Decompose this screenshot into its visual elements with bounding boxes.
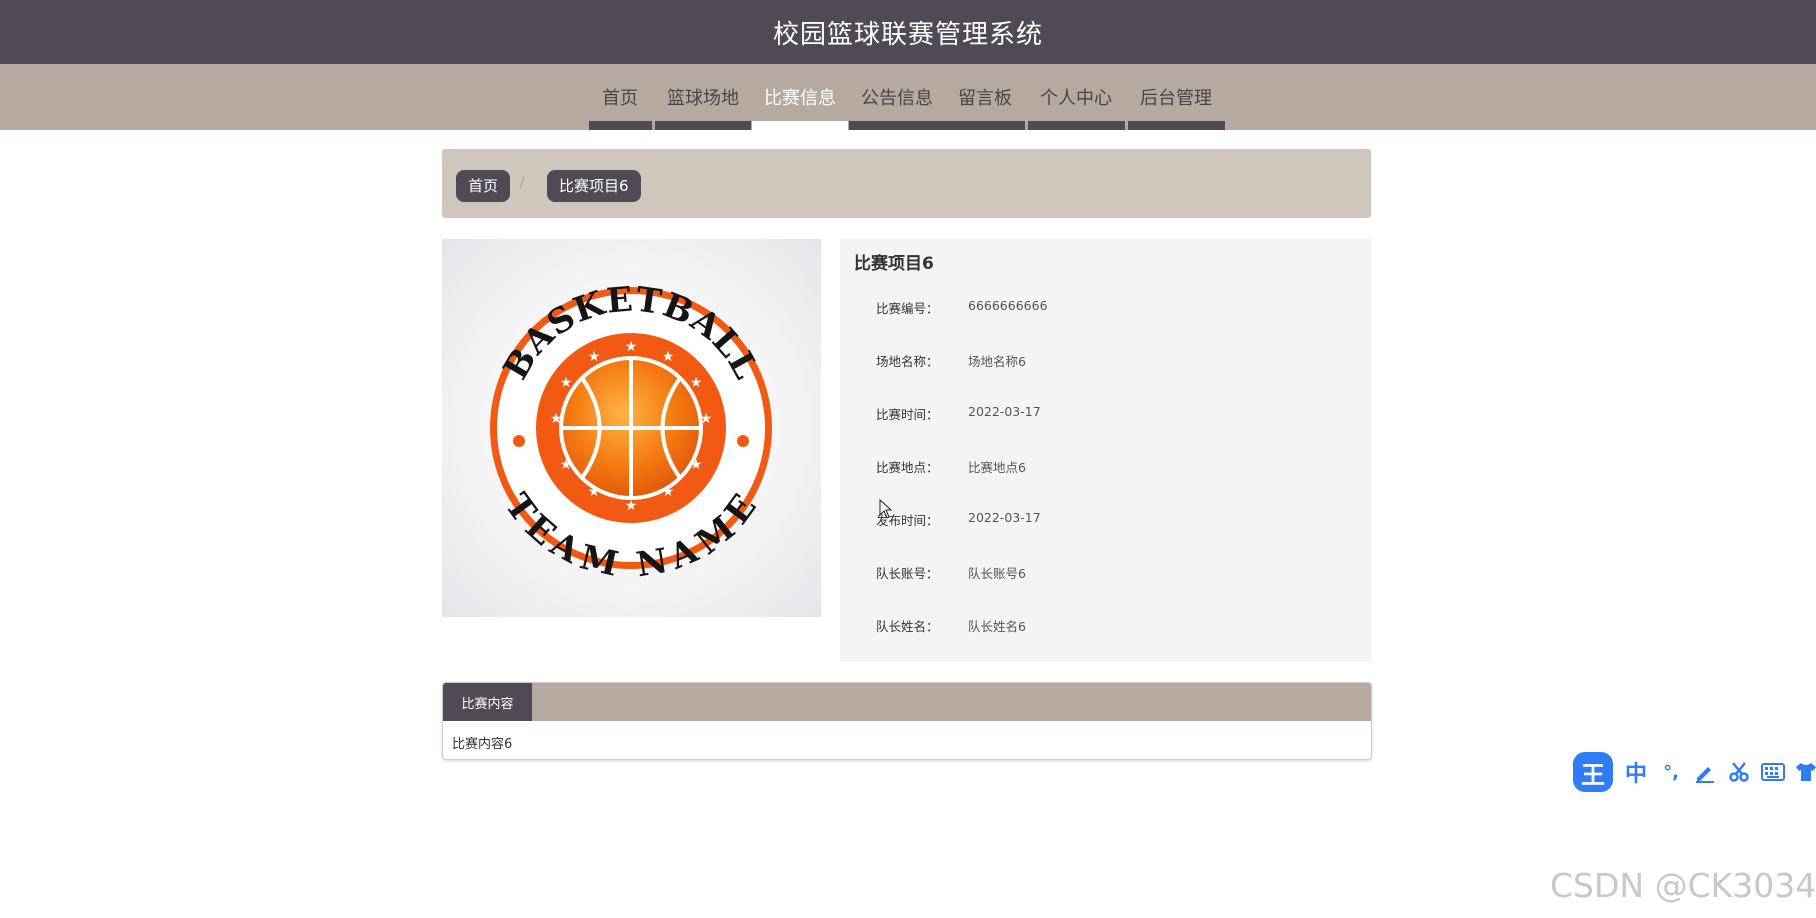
svg-text:★: ★ xyxy=(588,484,601,500)
svg-text:★: ★ xyxy=(588,349,601,365)
svg-text:★: ★ xyxy=(662,484,675,500)
field-label: 比赛地点： xyxy=(876,460,939,475)
keyboard-icon[interactable] xyxy=(1759,758,1787,786)
breadcrumb: 首页 / 比赛项目6 xyxy=(442,149,1371,218)
tab-content-text: 比赛内容6 xyxy=(452,737,513,752)
detail-title: 比赛项目6 xyxy=(854,254,934,274)
tab-strip xyxy=(443,683,1371,721)
svg-text:★: ★ xyxy=(700,411,713,427)
nav-underline-active xyxy=(752,121,848,130)
skin-shirt-icon[interactable] xyxy=(1792,758,1816,786)
svg-text:★: ★ xyxy=(625,339,638,355)
scissors-icon[interactable] xyxy=(1725,758,1753,786)
ime-logo-icon[interactable]: 王 xyxy=(1573,752,1613,792)
field-label: 场地名称： xyxy=(876,354,939,369)
breadcrumb-separator: / xyxy=(520,176,525,191)
main-nav: 首页 篮球场地 比赛信息 公告信息 留言板 个人中心 后台管理 xyxy=(0,64,1816,130)
watermark-text: CSDN @CK3034 xyxy=(1550,866,1816,905)
pen-icon[interactable] xyxy=(1691,758,1719,786)
svg-text:★: ★ xyxy=(662,349,675,365)
svg-text:★: ★ xyxy=(625,498,638,514)
nav-underline xyxy=(1128,121,1225,130)
ime-toolbar: 王 中 °, xyxy=(1570,750,1816,796)
match-image: ★ ★ ★ ★ ★ ★ ★ ★ ★ ★ ★ ★ BASKETBALL TEAM … xyxy=(442,239,821,617)
breadcrumb-home[interactable]: 首页 xyxy=(456,170,511,202)
content-tabs: 比赛内容 比赛内容6 xyxy=(442,682,1372,760)
field-value: 6666666666 xyxy=(968,298,1048,313)
field-value: 2022-03-17 xyxy=(968,510,1041,525)
svg-text:★: ★ xyxy=(550,411,563,427)
tab-match-content[interactable]: 比赛内容 xyxy=(443,683,532,721)
basketball-logo: ★ ★ ★ ★ ★ ★ ★ ★ ★ ★ ★ ★ BASKETBALL TEAM … xyxy=(490,279,772,585)
field-value: 场地名称6 xyxy=(968,354,1026,369)
svg-text:★: ★ xyxy=(690,375,703,391)
nav-underline xyxy=(1028,121,1125,130)
field-label: 比赛时间： xyxy=(876,407,939,422)
site-header: 校园篮球联赛管理系统 xyxy=(0,0,1816,64)
mouse-cursor-icon xyxy=(879,499,893,519)
nav-underline xyxy=(849,121,1025,130)
nav-underline xyxy=(589,121,652,130)
detail-panel: 比赛项目6 比赛编号： 6666666666 场地名称： 场地名称6 比赛时间：… xyxy=(840,239,1371,662)
site-title: 校园篮球联赛管理系统 xyxy=(772,19,1043,50)
field-value: 队长姓名6 xyxy=(968,619,1026,634)
svg-text:★: ★ xyxy=(560,375,573,391)
field-label: 比赛编号： xyxy=(876,301,939,316)
breadcrumb-current: 比赛项目6 xyxy=(547,170,641,202)
nav-underline xyxy=(655,121,751,130)
field-value: 队长账号6 xyxy=(968,566,1026,581)
field-label: 队长姓名： xyxy=(876,619,939,634)
field-value: 2022-03-17 xyxy=(968,404,1041,419)
svg-text:★: ★ xyxy=(560,457,573,473)
svg-text:★: ★ xyxy=(690,457,703,473)
ime-punctuation-toggle[interactable]: °, xyxy=(1657,758,1685,786)
field-value: 比赛地点6 xyxy=(968,460,1026,475)
field-label: 队长账号： xyxy=(876,566,939,581)
ime-chinese-toggle[interactable]: 中 xyxy=(1622,758,1650,787)
